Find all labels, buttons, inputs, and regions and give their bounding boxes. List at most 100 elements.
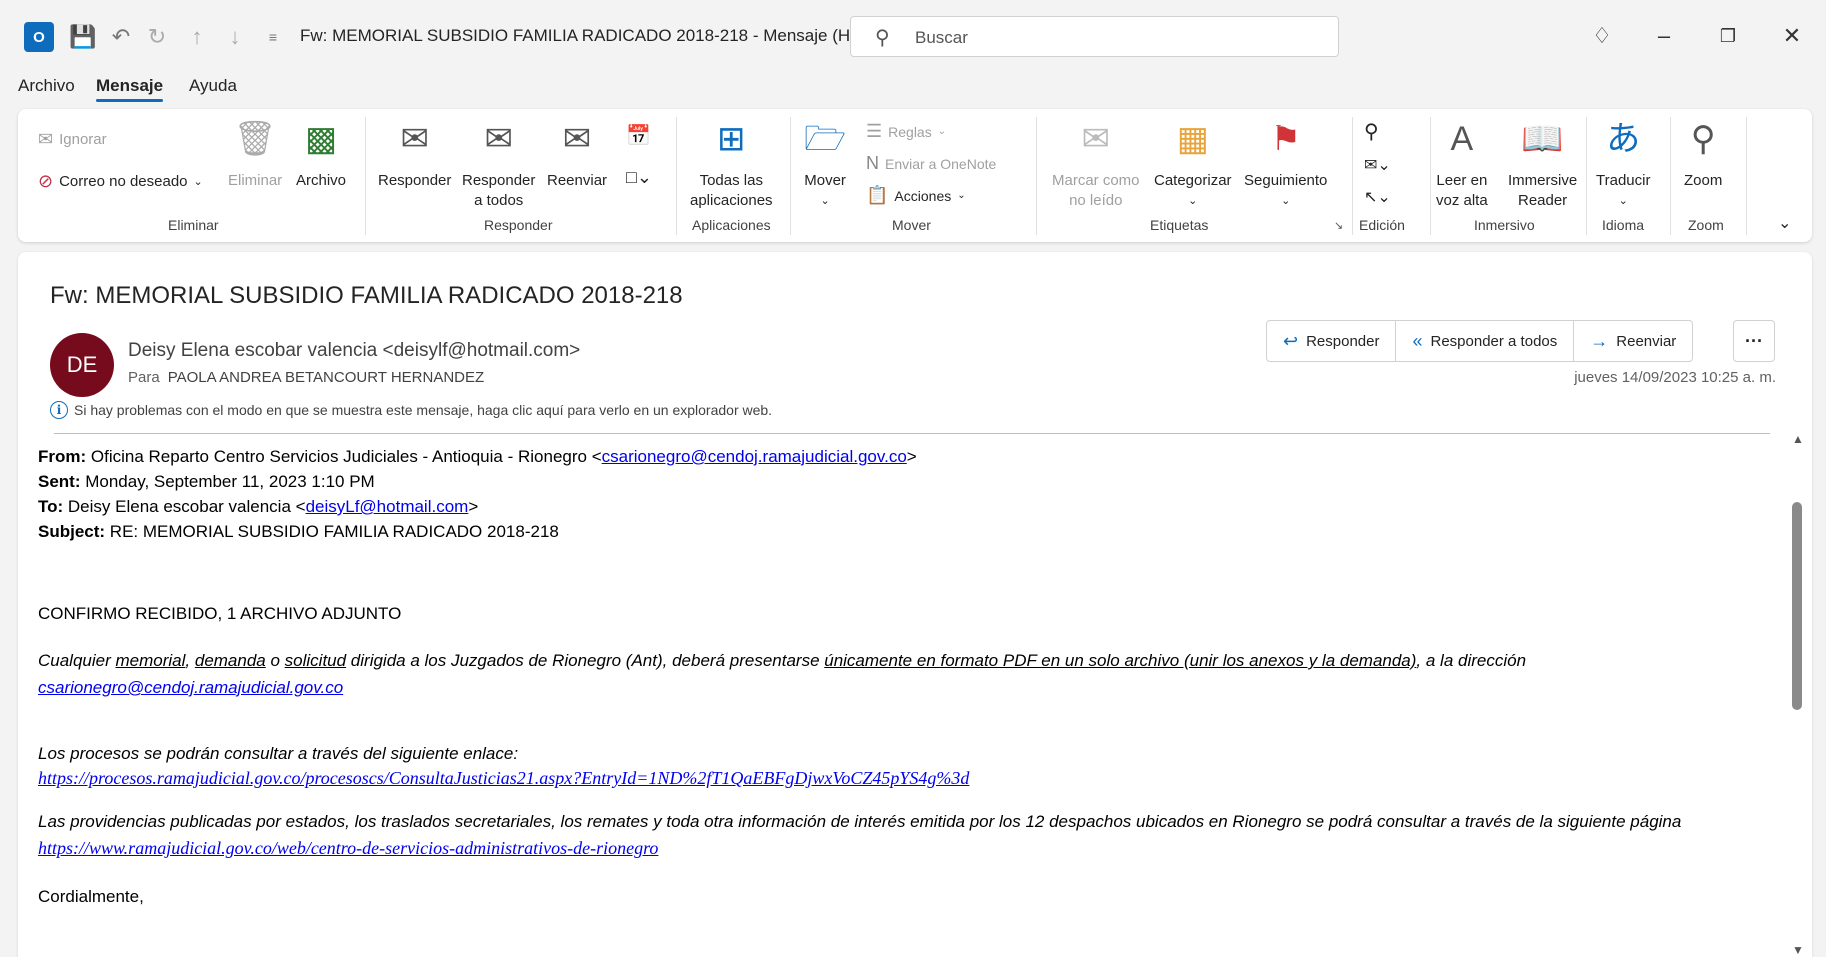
sender-name[interactable]: Deisy Elena escobar valencia <deisylf@ho… <box>128 340 580 362</box>
reply-arrow-icon: ↩ <box>1283 330 1299 351</box>
message-actions: ↩ Responder «Responder a todos → Reenviar <box>1266 320 1694 362</box>
reply-all-button[interactable]: ✉ Responder a todos <box>462 117 535 211</box>
info-bar[interactable]: i Si hay problemas con el modo en que se … <box>50 401 772 419</box>
ramajudicial-link[interactable]: https://www.ramajudicial.gov.co/web/cent… <box>38 838 658 858</box>
restore-button[interactable]: ❐ <box>1708 18 1748 54</box>
inline-reply-button[interactable]: ↩ Responder <box>1267 321 1397 361</box>
zoom-icon: ⚲ <box>1690 120 1716 158</box>
reply-button[interactable]: ✉ Responder <box>378 117 451 191</box>
categorize-button[interactable]: ▦ Categorizar ⌄ <box>1154 117 1232 211</box>
customize-toolbar-icon[interactable]: ≡ <box>258 22 288 52</box>
avatar[interactable]: DE <box>50 333 114 397</box>
ignore-button[interactable]: ✉ Ignorar <box>38 129 107 150</box>
translate-button[interactable]: あ Traducir ⌄ <box>1596 117 1650 211</box>
header-divider <box>54 433 1770 434</box>
undo-icon[interactable]: ↶ <box>106 22 136 52</box>
rules-button[interactable]: ☰ Reglas ⌄ <box>866 121 946 142</box>
collapse-ribbon-icon[interactable]: ⌄ <box>1778 213 1791 233</box>
group-label-responder: Responder <box>484 217 553 233</box>
meeting-reply-icon[interactable]: 📅 <box>626 123 651 148</box>
scroll-down-icon[interactable]: ▼ <box>1792 943 1804 957</box>
chevron-down-icon: ⌄ <box>957 190 966 201</box>
copilot-gem-icon[interactable]: ♢ <box>1582 18 1622 54</box>
from-email-link[interactable]: csarionegro@cendoj.ramajudicial.gov.co <box>602 447 907 466</box>
immersive-reader-button[interactable]: 📖 Immersive Reader <box>1508 117 1577 211</box>
move-button[interactable]: 🗁 Mover ⌄ <box>804 117 846 211</box>
followup-button[interactable]: ⚑ Seguimiento ⌄ <box>1244 117 1327 211</box>
recipient-line: Para PAOLA ANDREA BETANCOURT HERNANDEZ <box>128 369 484 386</box>
mark-unread-button[interactable]: ✉ Marcar como no leído <box>1052 117 1140 211</box>
junk-button[interactable]: ⊘ Correo no deseado ⌄ <box>38 171 203 192</box>
apps-grid-icon: ⊞ <box>717 120 746 158</box>
previous-item-icon[interactable]: ↑ <box>182 22 212 52</box>
recipient-name[interactable]: PAOLA ANDREA BETANCOURT HERNANDEZ <box>168 369 484 386</box>
vertical-scrollbar[interactable]: ▲ ▼ <box>1788 432 1806 957</box>
inline-forward-button[interactable]: → Reenviar <box>1574 321 1692 361</box>
find-icon[interactable]: ⚲ <box>1364 119 1379 144</box>
forward-icon: ✉ <box>562 120 592 158</box>
move-icon: 🗁 <box>804 120 847 158</box>
scroll-up-icon[interactable]: ▲ <box>1792 432 1804 446</box>
ribbon-divider <box>365 117 366 235</box>
procesos-link[interactable]: https://procesos.ramajudicial.gov.co/pro… <box>38 768 969 788</box>
all-apps-button[interactable]: ⊞ Todas las aplicaciones <box>690 117 773 211</box>
forward-sent-line: Sent: Monday, September 11, 2023 1:10 PM <box>38 472 375 491</box>
search-input[interactable]: ⚲ Buscar <box>850 16 1339 57</box>
procesos-text: Los procesos se podrán consultar a travé… <box>38 744 519 763</box>
ribbon: ✉ Ignorar ⊘ Correo no deseado ⌄ 🗑 Eliminar … <box>18 109 1812 242</box>
confirm-text: CONFIRMO RECIBIDO, 1 ARCHIVO ADJUNTO <box>38 604 402 623</box>
scroll-thumb[interactable] <box>1792 502 1802 710</box>
onenote-icon: N <box>866 153 879 173</box>
reply-all-arrow-icon: « <box>1412 330 1423 351</box>
message-date: jueves 14/09/2023 10:25 a. m. <box>1574 369 1776 386</box>
actions-icon: 📋 <box>866 185 889 205</box>
outlook-app-icon: O <box>24 22 54 52</box>
minimize-button[interactable]: – <box>1644 18 1684 54</box>
ribbon-divider <box>790 117 791 235</box>
cursor-icon[interactable]: ↖⌄ <box>1364 187 1391 207</box>
onenote-button[interactable]: N Enviar a OneNote <box>866 153 996 174</box>
message-body: From: Oficina Reparto Centro Servicios J… <box>38 444 1768 910</box>
next-item-icon[interactable]: ↓ <box>220 22 250 52</box>
message-subject: Fw: MEMORIAL SUBSIDIO FAMILIA RADICADO 2… <box>50 282 683 309</box>
immersive-reader-icon: 📖 <box>1521 120 1564 158</box>
closing-text: Cordialmente, <box>38 887 144 906</box>
chevron-down-icon: ⌄ <box>1618 195 1628 207</box>
more-actions-button[interactable]: ··· <box>1733 320 1775 362</box>
reply-all-icon: ✉ <box>484 120 513 158</box>
group-label-idioma: Idioma <box>1602 217 1645 233</box>
close-button[interactable]: ✕ <box>1772 18 1812 54</box>
instructions-email-link[interactable]: csarionegro@cendoj.ramajudicial.gov.co <box>38 678 343 697</box>
ribbon-divider <box>1430 117 1431 235</box>
select-icon[interactable]: ✉⌄ <box>1364 155 1391 175</box>
ribbon-divider <box>1746 117 1747 235</box>
forward-from-line: From: Oficina Reparto Centro Servicios J… <box>38 447 917 466</box>
chevron-down-icon: ⌄ <box>937 126 947 137</box>
rules-icon: ☰ <box>866 121 883 141</box>
tab-archivo[interactable]: Archivo <box>18 76 75 96</box>
zoom-button[interactable]: ⚲ Zoom <box>1684 117 1722 191</box>
chevron-down-icon: ⌄ <box>1188 195 1198 207</box>
archive-button[interactable]: ▩ Archivo <box>296 117 346 191</box>
redo-icon[interactable]: ↻ <box>142 22 172 52</box>
chevron-down-icon: ⌄ <box>193 176 203 188</box>
more-respond-icon[interactable]: □⌄ <box>626 167 652 188</box>
procesos-link-line: https://procesos.ramajudicial.gov.co/pro… <box>38 765 1768 792</box>
ignore-icon: ✉ <box>38 129 54 149</box>
tab-mensaje[interactable]: Mensaje <box>96 76 164 102</box>
forward-button[interactable]: ✉ Reenviar <box>547 117 607 191</box>
reading-pane: Fw: MEMORIAL SUBSIDIO FAMILIA RADICADO 2… <box>18 252 1812 957</box>
group-label-aplicaciones: Aplicaciones <box>692 217 771 233</box>
inline-reply-all-button[interactable]: «Responder a todos <box>1396 321 1575 361</box>
group-label-zoom: Zoom <box>1688 217 1724 233</box>
read-aloud-icon: A <box>1450 120 1474 158</box>
dialog-launcher-icon[interactable]: ↘ <box>1334 219 1343 232</box>
delete-button[interactable]: 🗑 Eliminar <box>228 117 282 191</box>
tab-ayuda[interactable]: Ayuda <box>189 76 237 96</box>
actions-button[interactable]: 📋 Acciones ⌄ <box>866 185 966 206</box>
read-aloud-button[interactable]: A Leer en voz alta <box>1436 117 1488 211</box>
ribbon-divider <box>1036 117 1037 235</box>
search-icon: ⚲ <box>875 27 890 49</box>
save-icon[interactable]: 💾 <box>68 22 98 52</box>
to-email-link[interactable]: deisyLf@hotmail.com <box>306 497 469 516</box>
